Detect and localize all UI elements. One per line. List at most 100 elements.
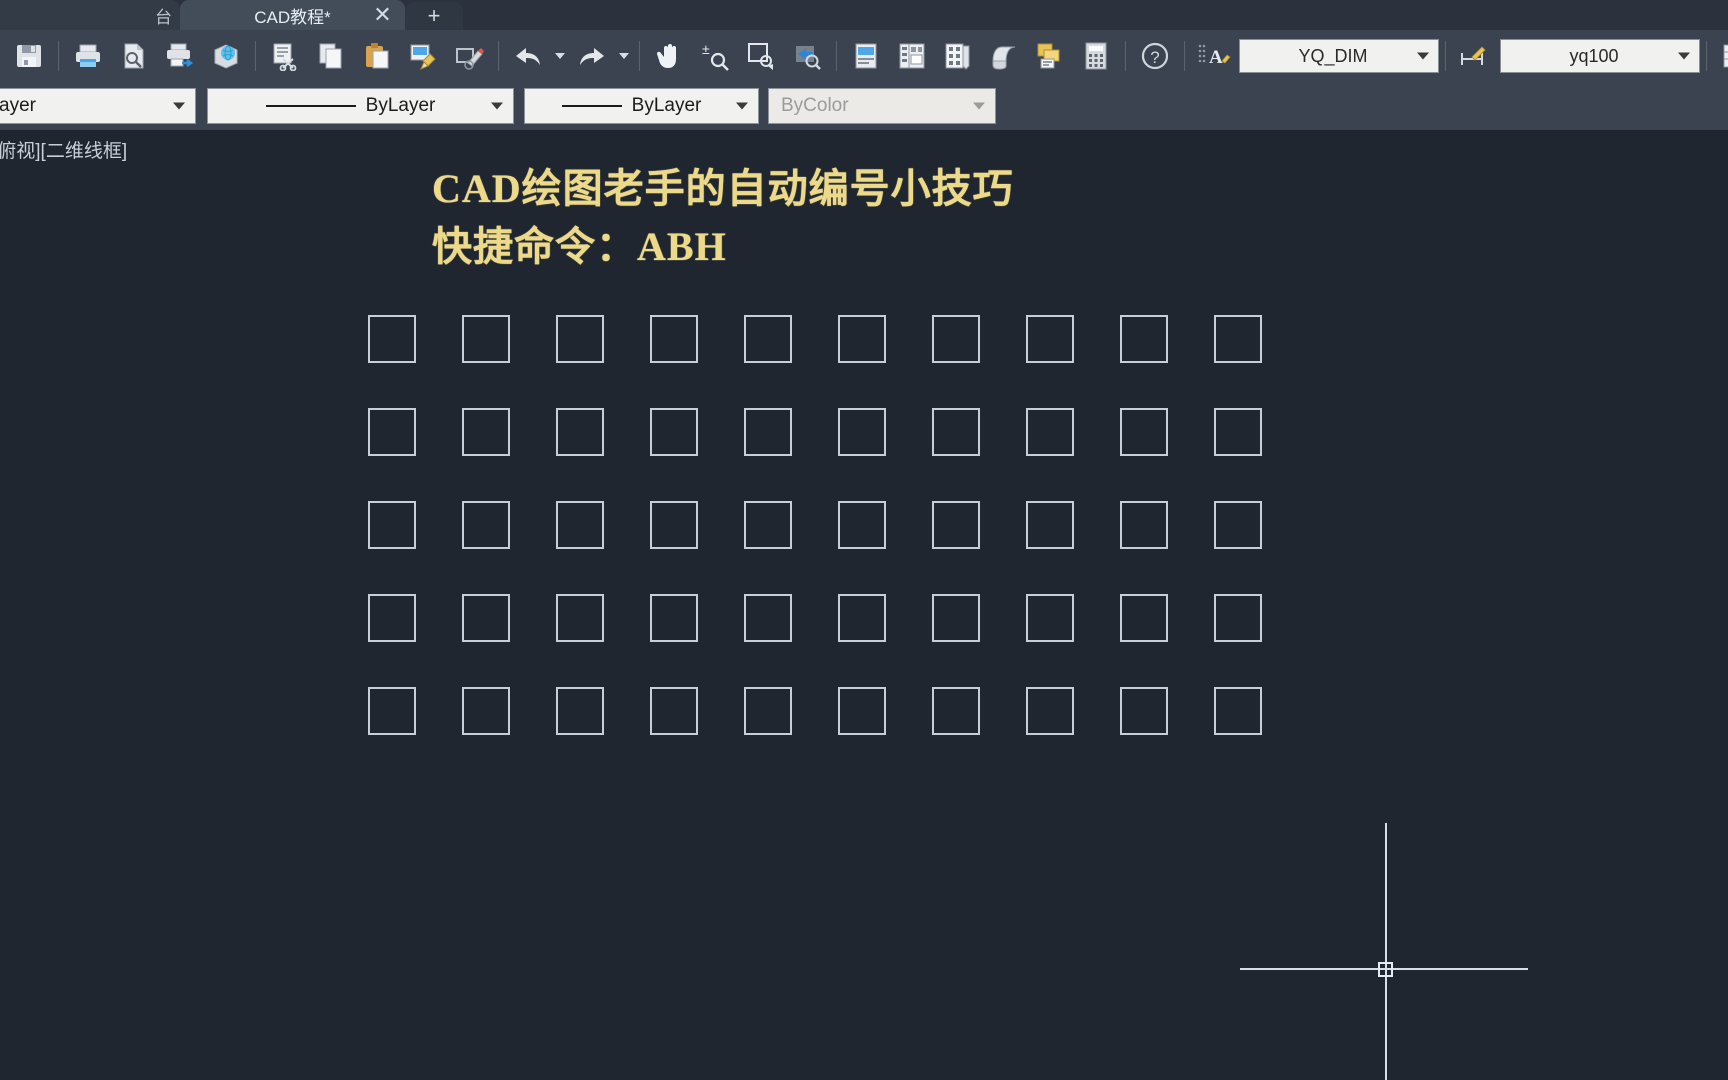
match-properties-icon[interactable] <box>402 35 444 77</box>
square-entity[interactable] <box>744 315 792 363</box>
square-entity[interactable] <box>556 315 604 363</box>
chevron-down-icon <box>491 102 503 110</box>
square-entity[interactable] <box>838 408 886 456</box>
square-entity[interactable] <box>650 687 698 735</box>
square-entity[interactable] <box>650 408 698 456</box>
undo-dropdown-icon[interactable] <box>551 35 569 77</box>
plus-icon[interactable]: + <box>405 2 463 30</box>
square-entity[interactable] <box>368 687 416 735</box>
square-entity[interactable] <box>462 594 510 642</box>
linetype-dropdown[interactable]: ByLayer <box>524 88 759 124</box>
square-entity[interactable] <box>744 594 792 642</box>
square-entity[interactable] <box>462 408 510 456</box>
square-entity[interactable] <box>1026 594 1074 642</box>
square-entity[interactable] <box>932 408 980 456</box>
square-entity[interactable] <box>838 501 886 549</box>
square-entity[interactable] <box>1026 408 1074 456</box>
toolbar-separator <box>836 41 837 71</box>
plot-to-file-icon[interactable] <box>159 35 201 77</box>
square-entity[interactable] <box>1026 501 1074 549</box>
square-entity[interactable] <box>368 594 416 642</box>
cut-icon[interactable] <box>264 35 306 77</box>
zoom-realtime-icon[interactable]: ± <box>694 35 736 77</box>
calculator-icon[interactable] <box>1075 35 1117 77</box>
square-entity[interactable] <box>838 687 886 735</box>
square-entity[interactable] <box>650 315 698 363</box>
square-entity[interactable] <box>1120 408 1168 456</box>
square-entity[interactable] <box>556 408 604 456</box>
object-properties-toolbar: ayer ByLayer ByLayer ByColor <box>0 82 1728 130</box>
square-entity[interactable] <box>1214 594 1262 642</box>
text-style-value: YQ_DIM <box>1298 45 1368 66</box>
text-style-icon[interactable]: A <box>1193 35 1235 77</box>
square-entity[interactable] <box>368 408 416 456</box>
undo-icon[interactable] <box>507 35 549 77</box>
square-entity[interactable] <box>744 687 792 735</box>
square-grid <box>368 315 1262 735</box>
table-style-icon[interactable] <box>1715 35 1728 77</box>
square-entity[interactable] <box>932 315 980 363</box>
close-icon[interactable]: ✕ <box>360 0 405 30</box>
object-color-value: ByLayer <box>208 95 513 117</box>
plot-preview-icon[interactable] <box>113 35 155 77</box>
square-entity[interactable] <box>932 687 980 735</box>
square-entity[interactable] <box>1214 408 1262 456</box>
tab-start-label: 台 <box>155 7 172 27</box>
square-entity[interactable] <box>1120 687 1168 735</box>
square-entity[interactable] <box>932 501 980 549</box>
square-entity[interactable] <box>744 408 792 456</box>
publish-3d-icon[interactable] <box>205 35 247 77</box>
design-center-icon[interactable] <box>891 35 933 77</box>
square-entity[interactable] <box>744 501 792 549</box>
square-entity[interactable] <box>1214 501 1262 549</box>
square-entity[interactable] <box>462 501 510 549</box>
square-entity[interactable] <box>1120 315 1168 363</box>
square-entity[interactable] <box>838 315 886 363</box>
plot-icon[interactable] <box>67 35 109 77</box>
markup-set-icon[interactable] <box>1029 35 1071 77</box>
square-entity[interactable] <box>1120 501 1168 549</box>
square-entity[interactable] <box>556 501 604 549</box>
square-entity[interactable] <box>1214 315 1262 363</box>
save-icon[interactable] <box>8 35 50 77</box>
drawing-canvas[interactable]: [俯视][二维线框] CAD绘图老手的自动编号小技巧 快捷命令：ABH <box>0 130 1728 1080</box>
dimension-style-dropdown[interactable]: yq100 <box>1500 39 1700 73</box>
redo-icon[interactable] <box>571 35 613 77</box>
square-entity[interactable] <box>556 594 604 642</box>
properties-palette-icon[interactable] <box>845 35 887 77</box>
square-entity[interactable] <box>368 501 416 549</box>
help-icon[interactable]: ? <box>1134 35 1176 77</box>
square-entity[interactable] <box>838 594 886 642</box>
square-entity[interactable] <box>462 687 510 735</box>
square-entity[interactable] <box>368 315 416 363</box>
text-style-dropdown[interactable]: YQ_DIM <box>1239 39 1439 73</box>
dimension-style-value: yq100 <box>1569 45 1619 66</box>
tab-start[interactable]: 台 <box>0 0 180 30</box>
square-entity[interactable] <box>1026 315 1074 363</box>
redo-dropdown-icon[interactable] <box>615 35 633 77</box>
zoom-previous-icon[interactable] <box>786 35 828 77</box>
square-entity[interactable] <box>650 501 698 549</box>
title-line-2: 快捷命令：ABH <box>432 224 727 269</box>
viewport-label[interactable]: [俯视][二维线框] <box>0 136 127 163</box>
square-entity[interactable] <box>462 315 510 363</box>
square-entity[interactable] <box>556 687 604 735</box>
object-color-dropdown[interactable]: ByLayer <box>207 88 514 124</box>
square-entity[interactable] <box>932 594 980 642</box>
layer-dropdown[interactable]: ayer <box>0 88 196 124</box>
paste-icon[interactable] <box>356 35 398 77</box>
copy-icon[interactable] <box>310 35 352 77</box>
square-entity[interactable] <box>1120 594 1168 642</box>
square-entity[interactable] <box>1026 687 1074 735</box>
square-entity[interactable] <box>650 594 698 642</box>
sheet-set-icon[interactable] <box>983 35 1025 77</box>
square-entity[interactable] <box>1214 687 1262 735</box>
erase-edit-icon[interactable] <box>448 35 490 77</box>
grid-row <box>368 594 1262 642</box>
pan-icon[interactable] <box>648 35 690 77</box>
chevron-down-icon <box>1678 52 1690 60</box>
dimension-style-icon[interactable] <box>1454 35 1496 77</box>
tool-palettes-icon[interactable] <box>937 35 979 77</box>
lineweight-dropdown[interactable]: ByColor <box>768 88 996 124</box>
zoom-window-icon[interactable] <box>740 35 782 77</box>
